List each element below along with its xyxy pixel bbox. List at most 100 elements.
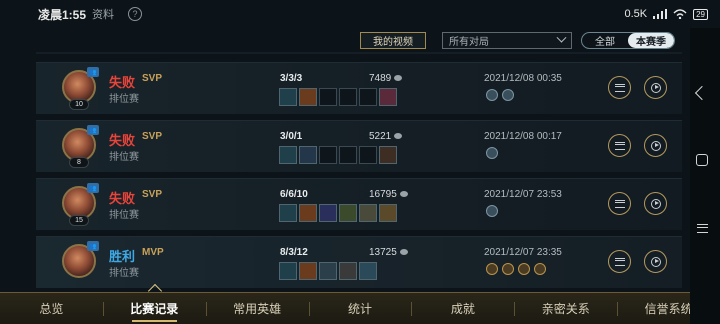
list-icon bbox=[614, 199, 625, 208]
gold-earned: 5221 bbox=[369, 131, 403, 142]
tag-icon bbox=[486, 205, 498, 217]
item-slot bbox=[339, 262, 357, 280]
match-tags bbox=[486, 89, 514, 101]
gold-value: 16795 bbox=[369, 189, 397, 200]
match-detail-button[interactable] bbox=[608, 76, 631, 99]
match-replay-button[interactable] bbox=[644, 76, 667, 99]
item-slot bbox=[319, 204, 337, 222]
match-row[interactable]: 👥 15 失败 SVP 排位赛 6/6/10 16795 2021/12/07 … bbox=[36, 178, 682, 230]
play-icon bbox=[650, 140, 661, 151]
champion-avatar: 👥 bbox=[62, 241, 99, 278]
match-replay-button[interactable] bbox=[644, 250, 667, 273]
nav-item-champions[interactable]: 常用英雄 bbox=[205, 293, 309, 324]
item-slot bbox=[339, 204, 357, 222]
tag-icon bbox=[502, 263, 514, 275]
match-type-value: 所有对局 bbox=[449, 37, 489, 48]
match-row[interactable]: 👥 8 失败 SVP 排位赛 3/0/1 5221 2021/12/08 00:… bbox=[36, 120, 682, 172]
item-slot bbox=[379, 204, 397, 222]
item-slots bbox=[279, 262, 377, 280]
nav-item-stats[interactable]: 统计 bbox=[308, 293, 412, 324]
item-slot bbox=[339, 146, 357, 164]
nav-item-match-history[interactable]: 比赛记录 bbox=[102, 293, 206, 324]
item-slot bbox=[279, 204, 297, 222]
champion-avatar: 👥 15 bbox=[62, 183, 99, 226]
medal-label: SVP bbox=[142, 131, 163, 142]
page-subtitle: 资料 bbox=[92, 9, 115, 21]
item-slot bbox=[319, 88, 337, 106]
gold-icon bbox=[394, 133, 403, 140]
toggle-all[interactable]: 全部 bbox=[582, 33, 628, 48]
item-slot bbox=[299, 262, 317, 280]
party-badge-icon: 👥 bbox=[87, 241, 99, 251]
list-icon bbox=[614, 141, 625, 150]
nav-item-relations[interactable]: 亲密关系 bbox=[514, 293, 617, 324]
champion-level: 8 bbox=[69, 157, 89, 168]
match-detail-button[interactable] bbox=[608, 134, 631, 157]
match-tags bbox=[486, 263, 546, 275]
match-result: 失败 bbox=[109, 191, 136, 206]
item-slots bbox=[279, 88, 397, 106]
gold-icon bbox=[394, 75, 403, 82]
match-tags bbox=[486, 147, 498, 159]
partial-row bbox=[36, 52, 682, 54]
home-icon[interactable] bbox=[696, 154, 708, 166]
gold-icon bbox=[399, 249, 408, 256]
tag-icon bbox=[518, 263, 530, 275]
match-replay-button[interactable] bbox=[644, 134, 667, 157]
match-datetime: 2021/12/07 23:53 bbox=[484, 189, 562, 200]
champion-avatar: 👥 10 bbox=[62, 67, 99, 110]
my-videos-button[interactable]: 我的视频 bbox=[360, 32, 426, 49]
list-icon bbox=[614, 83, 625, 92]
gold-icon bbox=[399, 191, 408, 198]
chevron-down-icon bbox=[556, 32, 567, 43]
tag-icon bbox=[486, 89, 498, 101]
play-icon bbox=[650, 198, 661, 209]
help-icon[interactable]: ? bbox=[128, 7, 143, 21]
match-row[interactable]: 👥 10 失败 SVP 排位赛 3/3/3 7489 2021/12/08 00… bbox=[36, 62, 682, 114]
battery-indicator: 29 bbox=[693, 8, 708, 20]
queue-type: 排位赛 bbox=[109, 152, 139, 163]
item-slot bbox=[279, 146, 297, 164]
item-slot bbox=[359, 262, 377, 280]
party-badge-icon: 👥 bbox=[87, 67, 99, 77]
match-list[interactable]: 👥 10 失败 SVP 排位赛 3/3/3 7489 2021/12/08 00… bbox=[36, 52, 682, 292]
match-replay-button[interactable] bbox=[644, 192, 667, 215]
match-datetime: 2021/12/08 00:17 bbox=[484, 131, 562, 142]
gold-value: 7489 bbox=[369, 73, 392, 84]
item-slot bbox=[379, 146, 397, 164]
match-row[interactable]: 👥 胜利 MVP 排位赛 8/3/12 13725 2021/12/07 23:… bbox=[36, 236, 682, 288]
item-slot bbox=[359, 88, 377, 106]
tag-icon bbox=[502, 89, 514, 101]
tag-icon bbox=[534, 263, 546, 275]
item-slot bbox=[299, 88, 317, 106]
match-datetime: 2021/12/07 23:35 bbox=[484, 247, 562, 258]
back-icon[interactable] bbox=[694, 85, 710, 101]
gold-value: 5221 bbox=[369, 131, 392, 142]
match-result: 失败 bbox=[109, 133, 136, 148]
nav-item-overview[interactable]: 总览 bbox=[0, 293, 103, 324]
item-slot bbox=[279, 262, 297, 280]
match-detail-button[interactable] bbox=[608, 250, 631, 273]
champion-level: 10 bbox=[69, 99, 89, 110]
bottom-nav: 总览 比赛记录 常用英雄 统计 成就 亲密关系 信誉系统 bbox=[0, 292, 720, 324]
item-slot bbox=[359, 146, 377, 164]
menu-icon[interactable] bbox=[697, 224, 708, 233]
toggle-current-season[interactable]: 本赛季 bbox=[628, 33, 674, 48]
match-type-select[interactable]: 所有对局 bbox=[442, 32, 572, 49]
match-detail-button[interactable] bbox=[608, 192, 631, 215]
kda: 3/0/1 bbox=[280, 131, 303, 142]
gold-earned: 7489 bbox=[369, 73, 403, 84]
medal-label: SVP bbox=[142, 189, 163, 200]
queue-type: 排位赛 bbox=[109, 94, 139, 105]
item-slot bbox=[339, 88, 357, 106]
party-badge-icon: 👥 bbox=[87, 125, 99, 135]
item-slot bbox=[379, 88, 397, 106]
match-datetime: 2021/12/08 00:35 bbox=[484, 73, 562, 84]
play-icon bbox=[650, 256, 661, 267]
champion-avatar: 👥 8 bbox=[62, 125, 99, 168]
network-speed: 0.5K bbox=[624, 8, 648, 20]
item-slot bbox=[299, 146, 317, 164]
medal-label: SVP bbox=[142, 73, 163, 84]
kda: 8/3/12 bbox=[280, 247, 308, 258]
nav-item-achievements[interactable]: 成就 bbox=[411, 293, 514, 324]
